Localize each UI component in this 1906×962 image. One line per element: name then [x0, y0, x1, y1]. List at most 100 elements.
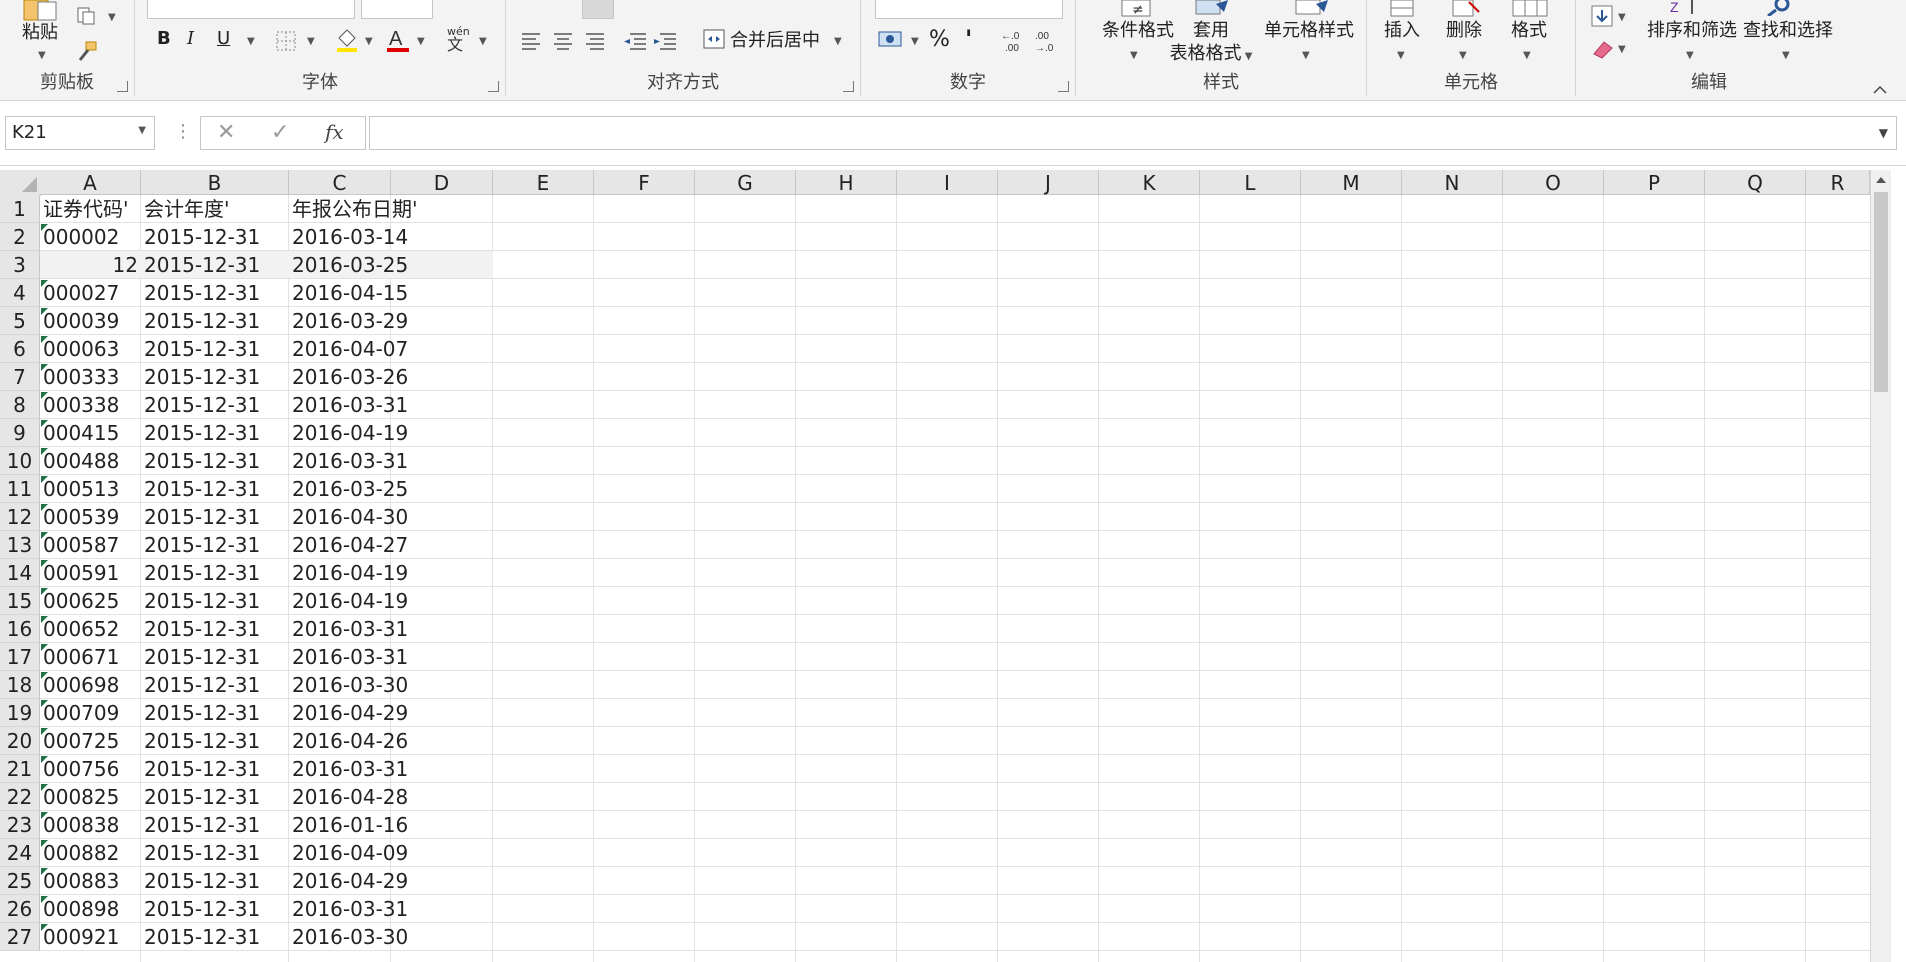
row-header[interactable]: 12: [0, 503, 40, 531]
column-header-C[interactable]: C: [289, 170, 391, 195]
error-indicator-icon[interactable]: [41, 476, 48, 483]
cell-C23[interactable]: 2016-01-16: [289, 811, 408, 839]
column-header-E[interactable]: E: [493, 170, 594, 195]
cell-B6[interactable]: 2015-12-31: [141, 335, 289, 363]
error-indicator-icon[interactable]: [41, 840, 48, 847]
cell-B23[interactable]: 2015-12-31: [141, 811, 289, 839]
merge-center-button[interactable]: 合并后居中: [730, 30, 820, 53]
fill-color-icon[interactable]: [335, 26, 359, 52]
error-indicator-icon[interactable]: [41, 784, 48, 791]
error-indicator-icon[interactable]: [41, 924, 48, 931]
error-indicator-icon[interactable]: [41, 308, 48, 315]
paste-button[interactable]: 粘贴: [22, 22, 58, 45]
cell-B9[interactable]: 2015-12-31: [141, 419, 289, 447]
cell-A8[interactable]: 000338: [40, 391, 141, 419]
error-indicator-icon[interactable]: [41, 532, 48, 539]
row-header[interactable]: 5: [0, 307, 40, 335]
row-header[interactable]: 20: [0, 727, 40, 755]
cell-A10[interactable]: 000488: [40, 447, 141, 475]
cell-A19[interactable]: 000709: [40, 699, 141, 727]
clear-dropdown-icon[interactable]: ▼: [1618, 44, 1626, 57]
cell-A20[interactable]: 000725: [40, 727, 141, 755]
font-color-dropdown-icon[interactable]: ▼: [417, 36, 425, 49]
cell-C16[interactable]: 2016-03-31: [289, 615, 408, 643]
error-indicator-icon[interactable]: [41, 504, 48, 511]
cell-B13[interactable]: 2015-12-31: [141, 531, 289, 559]
error-indicator-icon[interactable]: [41, 644, 48, 651]
row-header[interactable]: 3: [0, 251, 40, 279]
cell-C9[interactable]: 2016-04-19: [289, 419, 408, 447]
column-header-M[interactable]: M: [1301, 170, 1402, 195]
name-box-dropdown-icon[interactable]: ▼: [138, 125, 146, 136]
cell-C7[interactable]: 2016-03-26: [289, 363, 408, 391]
cell-C27[interactable]: 2016-03-30: [289, 923, 408, 951]
cell-A11[interactable]: 000513: [40, 475, 141, 503]
accounting-format-icon[interactable]: [877, 28, 905, 52]
column-header-H[interactable]: H: [796, 170, 897, 195]
format-painter-icon[interactable]: [76, 40, 100, 64]
scrollbar-thumb[interactable]: [1874, 192, 1888, 392]
error-indicator-icon[interactable]: [41, 560, 48, 567]
cell-B2[interactable]: 2015-12-31: [141, 223, 289, 251]
delete-dropdown-icon[interactable]: ▼: [1459, 50, 1467, 63]
column-header-A[interactable]: A: [40, 170, 141, 195]
cell-B20[interactable]: 2015-12-31: [141, 727, 289, 755]
cell-C24[interactable]: 2016-04-09: [289, 839, 408, 867]
phonetic-dropdown-icon[interactable]: ▼: [479, 36, 487, 49]
sort-filter-button[interactable]: 排序和筛选: [1642, 20, 1742, 43]
insert-icon[interactable]: [1389, 0, 1417, 18]
error-indicator-icon[interactable]: [41, 756, 48, 763]
cell-B5[interactable]: 2015-12-31: [141, 307, 289, 335]
cell-style-button[interactable]: 单元格样式: [1252, 20, 1366, 43]
horizontal-align-icons[interactable]: [520, 30, 620, 52]
copy-dropdown-icon[interactable]: ▼: [108, 12, 116, 25]
delete-button[interactable]: 删除: [1439, 20, 1489, 43]
font-color-icon[interactable]: A: [385, 26, 411, 54]
delete-icon[interactable]: [1451, 0, 1481, 18]
row-header[interactable]: 27: [0, 923, 40, 951]
merge-center-dropdown-icon[interactable]: ▼: [834, 36, 842, 49]
cell-B12[interactable]: 2015-12-31: [141, 503, 289, 531]
confirm-entry-icon[interactable]: ✓: [271, 120, 289, 145]
border-icon[interactable]: [275, 30, 299, 52]
font-size-select[interactable]: [361, 0, 433, 19]
cell-B16[interactable]: 2015-12-31: [141, 615, 289, 643]
cell-C6[interactable]: 2016-04-07: [289, 335, 408, 363]
cell-C3[interactable]: 2016-03-25: [289, 251, 408, 279]
cell-A24[interactable]: 000882: [40, 839, 141, 867]
cell-C8[interactable]: 2016-03-31: [289, 391, 408, 419]
cell-C1[interactable]: 年报公布日期': [289, 195, 418, 223]
column-header-I[interactable]: I: [897, 170, 998, 195]
cell-B4[interactable]: 2015-12-31: [141, 279, 289, 307]
cell-B7[interactable]: 2015-12-31: [141, 363, 289, 391]
cell-B11[interactable]: 2015-12-31: [141, 475, 289, 503]
scroll-up-icon[interactable]: [1876, 177, 1886, 183]
number-format-select[interactable]: [875, 0, 1063, 19]
row-header[interactable]: 6: [0, 335, 40, 363]
format-button[interactable]: 格式: [1503, 20, 1555, 43]
row-header[interactable]: 16: [0, 615, 40, 643]
cell-B22[interactable]: 2015-12-31: [141, 783, 289, 811]
row-header[interactable]: 25: [0, 867, 40, 895]
clipboard-launcher-icon[interactable]: [117, 81, 128, 92]
fill-down-icon[interactable]: [1590, 4, 1614, 30]
accounting-dropdown-icon[interactable]: ▼: [911, 36, 919, 49]
row-header[interactable]: 10: [0, 447, 40, 475]
cell-A6[interactable]: 000063: [40, 335, 141, 363]
format-icon[interactable]: [1511, 0, 1551, 18]
cell-A12[interactable]: 000539: [40, 503, 141, 531]
row-header[interactable]: 15: [0, 587, 40, 615]
select-all-corner[interactable]: [0, 170, 41, 196]
cell-C17[interactable]: 2016-03-31: [289, 643, 408, 671]
column-header-B[interactable]: B: [141, 170, 289, 195]
merge-center-icon[interactable]: [702, 28, 726, 52]
cell-B19[interactable]: 2015-12-31: [141, 699, 289, 727]
cell-C10[interactable]: 2016-03-31: [289, 447, 408, 475]
row-header[interactable]: 14: [0, 559, 40, 587]
column-header-D[interactable]: D: [391, 170, 493, 195]
column-header-J[interactable]: J: [998, 170, 1099, 195]
cell-C4[interactable]: 2016-04-15: [289, 279, 408, 307]
cell-A17[interactable]: 000671: [40, 643, 141, 671]
row-header[interactable]: 22: [0, 783, 40, 811]
cell-C2[interactable]: 2016-03-14: [289, 223, 408, 251]
